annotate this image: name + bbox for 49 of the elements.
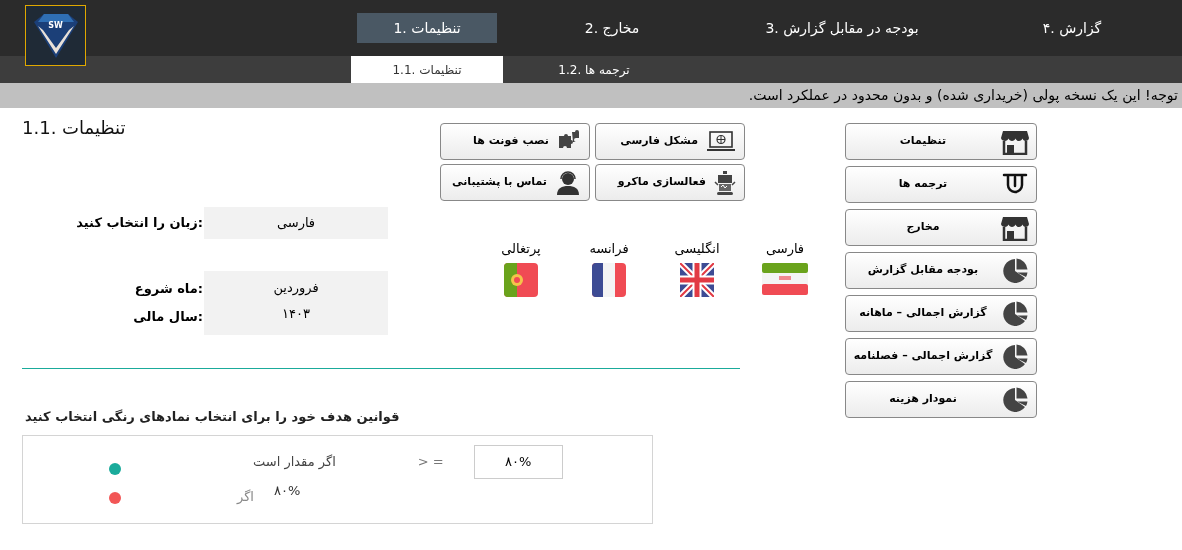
field-value[interactable]: ۱۴۰۳ <box>282 303 310 325</box>
portugal-flag-icon <box>504 262 538 297</box>
threshold-field[interactable]: ۸۰% <box>473 444 563 479</box>
tool-button[interactable]: نصب فونت ها <box>440 123 590 160</box>
language-label: انگلیسی <box>674 240 720 258</box>
britain-flag-icon <box>680 262 714 297</box>
language-label: فرانسه <box>589 240 629 258</box>
tool-button[interactable]: فعالسازی ماکرو <box>595 164 745 201</box>
nav-tab[interactable]: گزارش .۴ <box>997 13 1147 43</box>
sidebar-button[interactable]: ترجمه ها <box>845 166 1037 203</box>
notice-text: توجه! این یک نسخه پولی (خریداری شده) و بدون محدود در عملکرد است. <box>748 86 1178 106</box>
rule-label: اگر مقدار است <box>253 452 336 472</box>
pie-chart-icon <box>1000 385 1030 414</box>
sidebar-button[interactable]: گزارش اجمالی – ماهانه <box>845 295 1037 332</box>
sidebar-button[interactable]: مخارج <box>845 209 1037 246</box>
field-label: :ماه شروع <box>134 280 203 298</box>
iran-flag-icon <box>762 262 808 295</box>
language-select[interactable]: فارسی <box>204 207 388 239</box>
language-label: فارسی <box>765 240 805 259</box>
sub-tab[interactable]: ترجمه ها .1.2 <box>503 56 685 83</box>
store-icon <box>1000 214 1030 241</box>
pie-chart-icon <box>1000 256 1030 285</box>
france-flag-icon <box>592 262 626 297</box>
sidebar-button[interactable]: گزارش اجمالی – فصلنامه <box>845 338 1037 375</box>
robot-icon <box>714 169 736 196</box>
page-title: تنظیمات .1.1 <box>22 116 126 140</box>
nav-tab[interactable]: مخارج .2 <box>537 13 687 43</box>
tool-button[interactable]: مشکل فارسی <box>595 123 745 160</box>
nav-tab[interactable]: تنظیمات .1 <box>357 13 497 43</box>
field-value[interactable]: فروردین <box>273 277 319 299</box>
threshold-value: ۸۰% <box>274 481 301 500</box>
sidebar-button[interactable]: بودجه مقابل گزارش <box>845 252 1037 289</box>
sub-tab[interactable]: تنظیمات .1.1 <box>351 56 503 83</box>
pie-chart-icon <box>1000 342 1030 371</box>
operator-text: > = <box>417 452 444 471</box>
pie-chart-icon <box>1000 299 1030 328</box>
rule-label: اگر <box>237 487 254 506</box>
sidebar-button[interactable]: نمودار هزینه <box>845 381 1037 418</box>
store-icon <box>1000 128 1030 155</box>
laptop-globe-icon <box>706 130 736 153</box>
field-label: :زبان را انتخاب کنید <box>76 214 203 233</box>
nav-tab[interactable]: بودجه در مقابل گزارش .3 <box>727 13 957 43</box>
rules-title: قوانین هدف خود را برای انتخاب نمادهای رنگی انتخاب کنید <box>25 408 400 426</box>
language-label: پرتغالی <box>501 240 541 258</box>
support-person-icon <box>555 169 581 196</box>
sidebar-button[interactable]: تنظیمات <box>845 123 1037 160</box>
logo: SW <box>25 4 86 66</box>
tool-button[interactable]: تماس با پشتیبانی <box>440 164 590 201</box>
field-label: :سال مالی <box>133 308 203 326</box>
